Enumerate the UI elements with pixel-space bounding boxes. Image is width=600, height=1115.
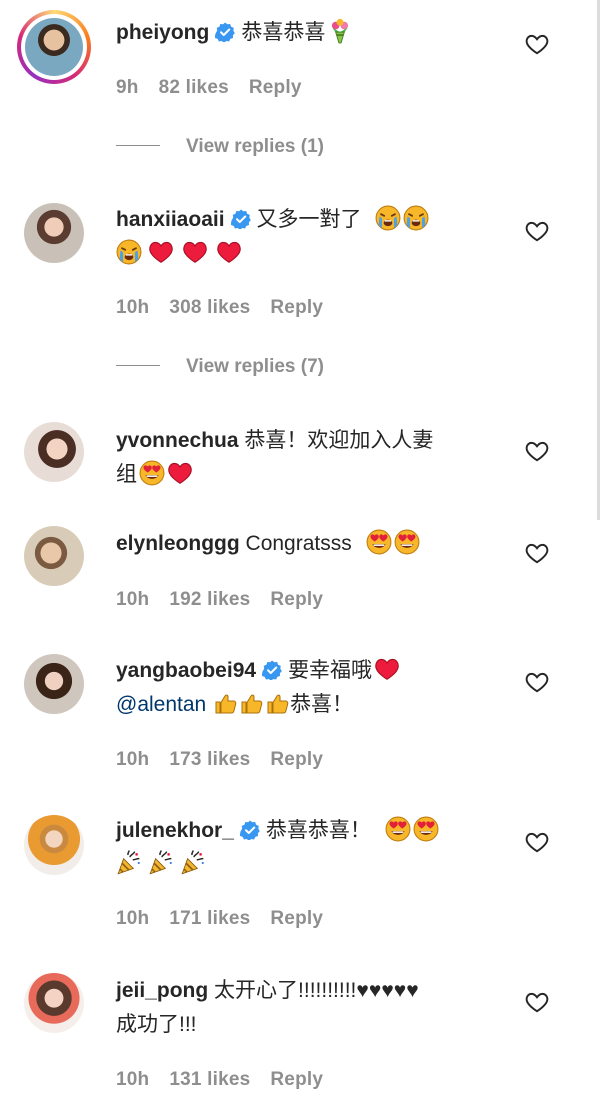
- red-heart-emoji: [374, 656, 400, 682]
- comment-text: jeii_pong 太开心了!!!!!!!!!!♥♥♥♥♥ 成功了!!!: [116, 974, 506, 1042]
- heart-eyes-emoji: [139, 460, 165, 486]
- red-heart-emoji: [167, 460, 193, 486]
- comment-time: 10h: [116, 1069, 150, 1090]
- reply-button[interactable]: Reply: [270, 1069, 323, 1090]
- comment-text: yangbaobei94 要幸福哦 @alentan 恭喜！: [116, 654, 506, 722]
- comment-text: hanxiiaoaii 又多一對了: [116, 203, 506, 271]
- username[interactable]: julenekhor_: [116, 819, 234, 842]
- likes-count[interactable]: 171 likes: [169, 908, 250, 929]
- username[interactable]: yvonnechua: [116, 429, 239, 452]
- username[interactable]: hanxiiaoaii: [116, 208, 225, 231]
- comment-body: 又多一對了: [256, 208, 362, 231]
- reply-button[interactable]: Reply: [249, 77, 302, 98]
- username[interactable]: yangbaobei94: [116, 659, 256, 682]
- red-heart-emoji: [148, 239, 174, 265]
- avatar[interactable]: [24, 654, 84, 714]
- comment-time: 10h: [116, 297, 150, 318]
- comment-meta: 10h 173 likes Reply: [116, 749, 343, 771]
- comment-body-line2: 成功了!!!: [116, 1013, 197, 1036]
- comment-body: 恭喜！欢迎加入人妻: [244, 429, 434, 452]
- red-heart-emoji: [216, 239, 242, 265]
- comment-meta: 10h 171 likes Reply: [116, 908, 343, 930]
- view-replies-button[interactable]: View replies (1): [116, 136, 324, 158]
- verified-badge-icon: [231, 209, 251, 229]
- thumbs-up-emoji: [214, 692, 238, 716]
- heart-outline-icon[interactable]: [524, 218, 550, 244]
- comment-meta: 10h 131 likes Reply: [116, 1069, 343, 1091]
- avatar[interactable]: [24, 526, 84, 586]
- comment-body: 要幸福哦: [288, 659, 373, 682]
- heart-eyes-emoji: [394, 529, 420, 555]
- username[interactable]: jeii_pong: [116, 979, 208, 1002]
- comment-meta: 10h 308 likes Reply: [116, 297, 343, 319]
- comment-meta: 10h 192 likes Reply: [116, 589, 343, 611]
- divider-line: [116, 365, 160, 366]
- likes-count[interactable]: 192 likes: [169, 589, 250, 610]
- loudly-crying-emoji: [116, 239, 142, 265]
- comment-text: julenekhor_ 恭喜恭喜！: [116, 814, 506, 882]
- comment-body-line2: 组: [116, 463, 137, 486]
- comment-body-line2: 恭喜！: [290, 693, 354, 716]
- comment-text: elynleonggg Congratsss: [116, 527, 506, 561]
- comment-text: yvonnechua 恭喜！欢迎加入人妻 组: [116, 424, 506, 492]
- likes-count[interactable]: 173 likes: [169, 749, 250, 770]
- view-replies-label[interactable]: View replies (1): [186, 136, 324, 157]
- likes-count[interactable]: 131 likes: [169, 1069, 250, 1090]
- heart-outline-icon[interactable]: [524, 829, 550, 855]
- likes-count[interactable]: 82 likes: [159, 77, 229, 98]
- avatar[interactable]: [17, 10, 91, 84]
- view-replies-label[interactable]: View replies (7): [186, 356, 324, 377]
- heart-eyes-emoji: [385, 816, 411, 842]
- party-popper-emoji: [180, 850, 206, 876]
- comment-meta: 9h 82 likes Reply: [116, 77, 322, 99]
- mention-link[interactable]: @alentan: [116, 693, 206, 716]
- username[interactable]: pheiyong: [116, 21, 209, 44]
- username[interactable]: elynleonggg: [116, 532, 240, 555]
- loudly-crying-emoji: [403, 205, 429, 231]
- comment-time: 10h: [116, 908, 150, 929]
- verified-badge-icon: [215, 22, 235, 42]
- heart-outline-icon[interactable]: [524, 669, 550, 695]
- heart-eyes-emoji: [366, 529, 392, 555]
- heart-outline-icon[interactable]: [524, 31, 550, 57]
- heart-outline-icon[interactable]: [524, 540, 550, 566]
- comment-text: pheiyong 恭喜恭喜: [116, 16, 506, 50]
- comment-body: 恭喜恭喜！: [265, 819, 371, 842]
- bouquet-emoji: [327, 18, 353, 44]
- avatar[interactable]: [24, 422, 84, 482]
- likes-count[interactable]: 308 likes: [169, 297, 250, 318]
- heart-outline-icon[interactable]: [524, 989, 550, 1015]
- thumbs-up-emoji: [266, 692, 290, 716]
- comment-body: Congratsss: [245, 532, 352, 555]
- thumbs-up-emoji: [240, 692, 264, 716]
- heart-outline-icon[interactable]: [524, 438, 550, 464]
- comment-time: 10h: [116, 589, 150, 610]
- reply-button[interactable]: Reply: [270, 749, 323, 770]
- view-replies-button[interactable]: View replies (7): [116, 356, 324, 378]
- comment-body: 太开心了!!!!!!!!!!♥♥♥♥♥: [214, 979, 419, 1002]
- party-popper-emoji: [116, 850, 142, 876]
- verified-badge-icon: [240, 820, 260, 840]
- comment-body: 恭喜恭喜: [241, 21, 326, 44]
- avatar[interactable]: [24, 203, 84, 263]
- party-popper-emoji: [148, 850, 174, 876]
- comment-time: 10h: [116, 749, 150, 770]
- reply-button[interactable]: Reply: [270, 589, 323, 610]
- reply-button[interactable]: Reply: [270, 297, 323, 318]
- red-heart-emoji: [182, 239, 208, 265]
- divider-line: [116, 145, 160, 146]
- verified-badge-icon: [262, 660, 282, 680]
- loudly-crying-emoji: [375, 205, 401, 231]
- comment-time: 9h: [116, 77, 139, 98]
- avatar[interactable]: [24, 973, 84, 1033]
- reply-button[interactable]: Reply: [270, 908, 323, 929]
- avatar[interactable]: [24, 815, 84, 875]
- heart-eyes-emoji: [413, 816, 439, 842]
